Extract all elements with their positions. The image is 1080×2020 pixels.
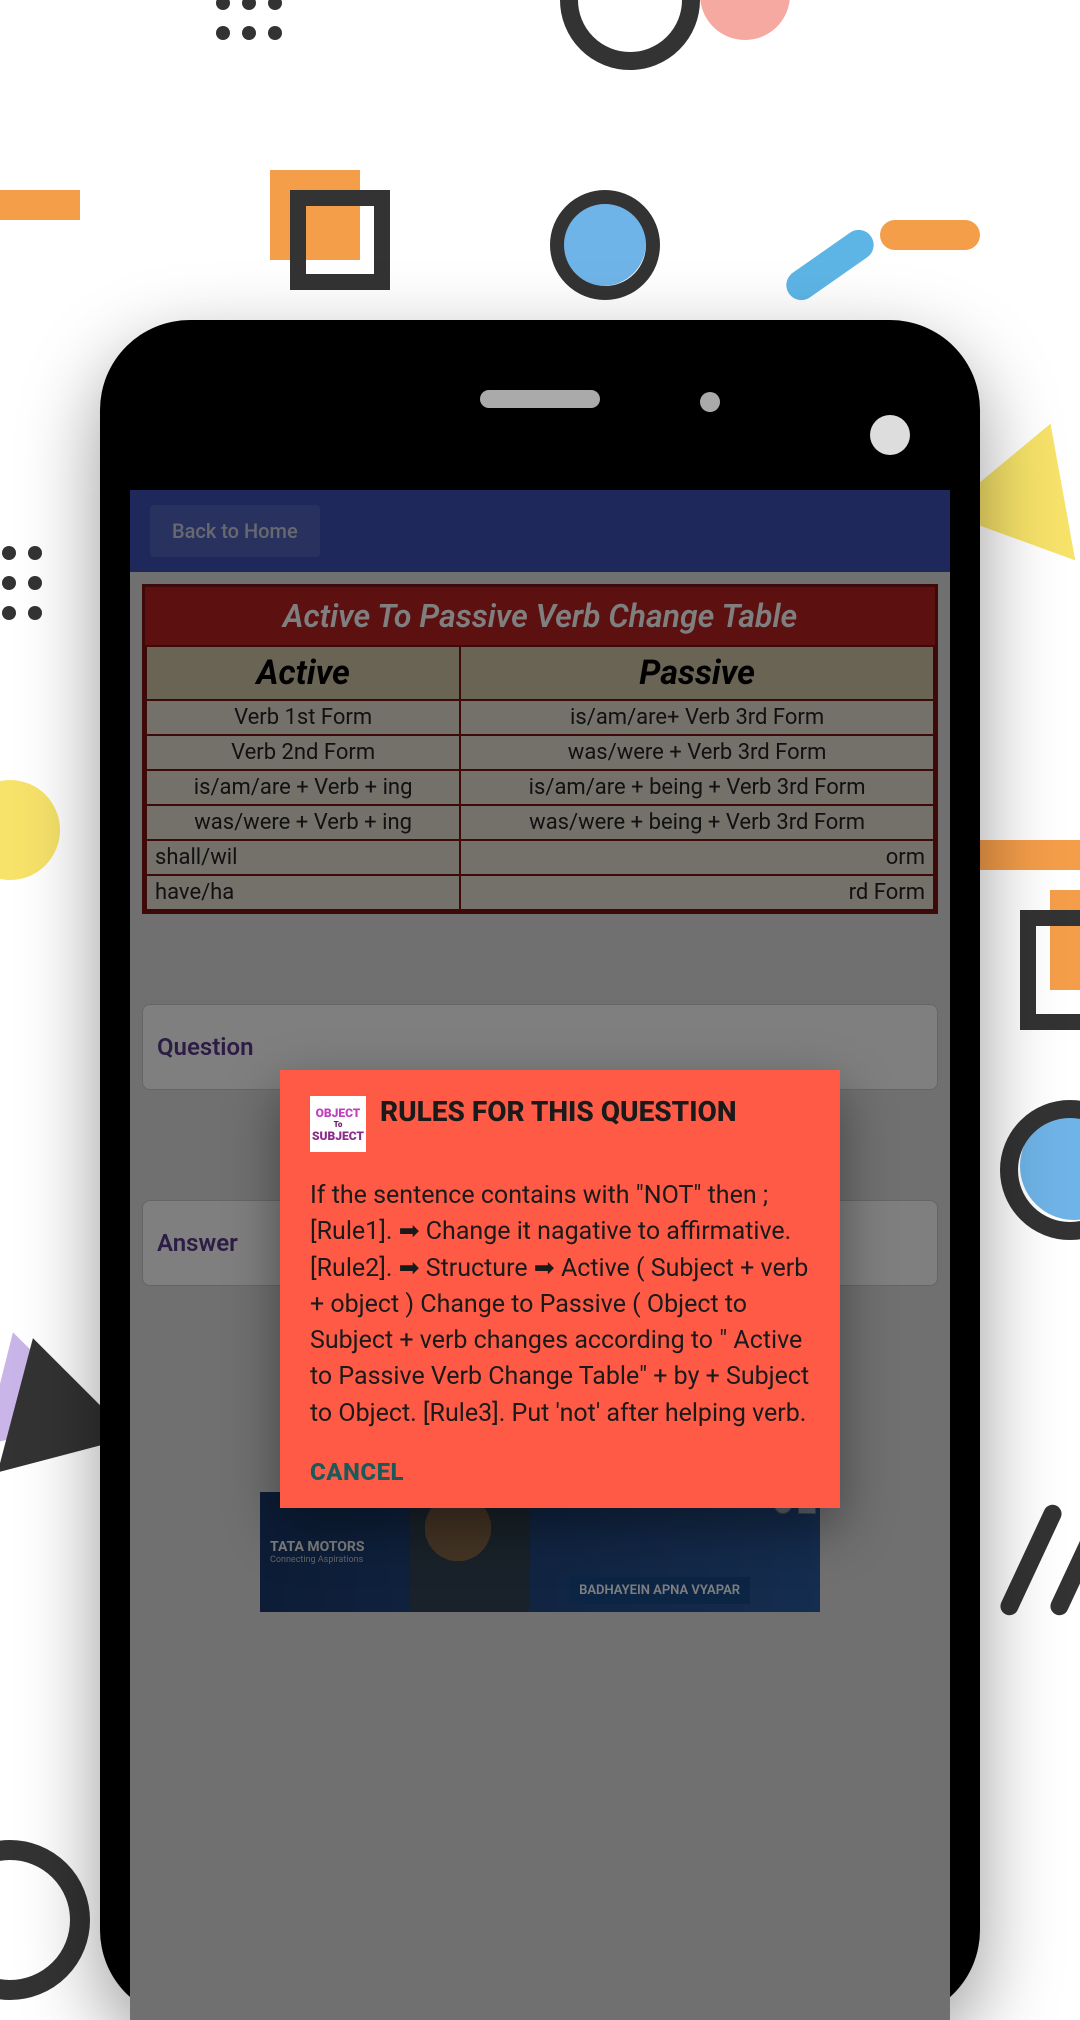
dialog-app-icon: OBJECT To SUBJECT (310, 1096, 366, 1152)
bg-dots (210, 0, 288, 50)
cell-active: Verb 1st Form (146, 700, 460, 735)
bg-dots-2 (0, 540, 48, 630)
bg-square (290, 190, 390, 290)
cell-passive: was/were + Verb 3rd Form (460, 735, 934, 770)
col-header-passive: Passive (460, 646, 934, 700)
dialog-title: RULES FOR THIS QUESTION (380, 1096, 737, 1152)
bg-pink-circle (700, 0, 790, 40)
phone-screen: Back to Home Active To Passive Verb Chan… (130, 490, 950, 2020)
phone-notch (100, 320, 980, 490)
col-header-active: Active (146, 646, 460, 700)
ad-banner[interactable]: TATA MOTORS Connecting Aspirations BADHA… (260, 1492, 820, 1612)
bg-orange-bar-2 (980, 840, 1080, 870)
ad-brand: TATA MOTORS (270, 1539, 365, 1555)
bg-ring-4 (0, 1840, 90, 2000)
verb-change-table-card: Active To Passive Verb Change Table Acti… (142, 584, 938, 914)
bg-square-2 (1020, 910, 1080, 1030)
bg-ring (560, 0, 700, 70)
bg-arrow (0, 190, 80, 220)
question-label: Question (157, 1033, 923, 1061)
bg-ring-3 (1000, 1100, 1080, 1240)
bg-blue-bar (780, 224, 879, 306)
bg-yellow-circle (0, 780, 60, 880)
ad-cta: BADHAYEIN APNA VYAPAR (569, 1577, 750, 1604)
back-to-home-link[interactable]: Back to Home (150, 505, 320, 557)
verb-change-table: Active Passive Verb 1st Formis/am/are+ V… (145, 645, 935, 911)
cell-passive: was/were + being + Verb 3rd Form (460, 805, 934, 840)
cell-active: is/am/are + Verb + ing (146, 770, 460, 805)
ad-subtitle: Connecting Aspirations (270, 1555, 365, 1565)
dialog-body: If the sentence contains with "NOT" then… (310, 1178, 810, 1432)
app-bar: Back to Home (130, 490, 950, 572)
table-row: was/were + Verb + ingwas/were + being + … (146, 805, 934, 840)
cancel-button[interactable]: CANCEL (310, 1458, 810, 1486)
rules-dialog: OBJECT To SUBJECT RULES FOR THIS QUESTIO… (280, 1070, 840, 1508)
table-row: is/am/are + Verb + ingis/am/are + being … (146, 770, 934, 805)
cell-active: was/were + Verb + ing (146, 805, 460, 840)
table-row: have/hard Form (146, 875, 934, 910)
ad-person-image (410, 1492, 530, 1612)
cell-active: Verb 2nd Form (146, 735, 460, 770)
table-row: Verb 2nd Formwas/were + Verb 3rd Form (146, 735, 934, 770)
cell-passive: rd Form (460, 875, 934, 910)
verb-table-title: Active To Passive Verb Change Table (145, 587, 935, 645)
cell-active: have/ha (146, 875, 460, 910)
phone-frame: Back to Home Active To Passive Verb Chan… (100, 320, 980, 2020)
cell-active: shall/wil (146, 840, 460, 875)
table-row: shall/wilorm (146, 840, 934, 875)
bg-ring-2 (550, 190, 660, 300)
cell-passive: is/am/are+ Verb 3rd Form (460, 700, 934, 735)
bg-orange-bar (880, 220, 980, 250)
table-row: Verb 1st Formis/am/are+ Verb 3rd Form (146, 700, 934, 735)
cell-passive: orm (460, 840, 934, 875)
cell-passive: is/am/are + being + Verb 3rd Form (460, 770, 934, 805)
